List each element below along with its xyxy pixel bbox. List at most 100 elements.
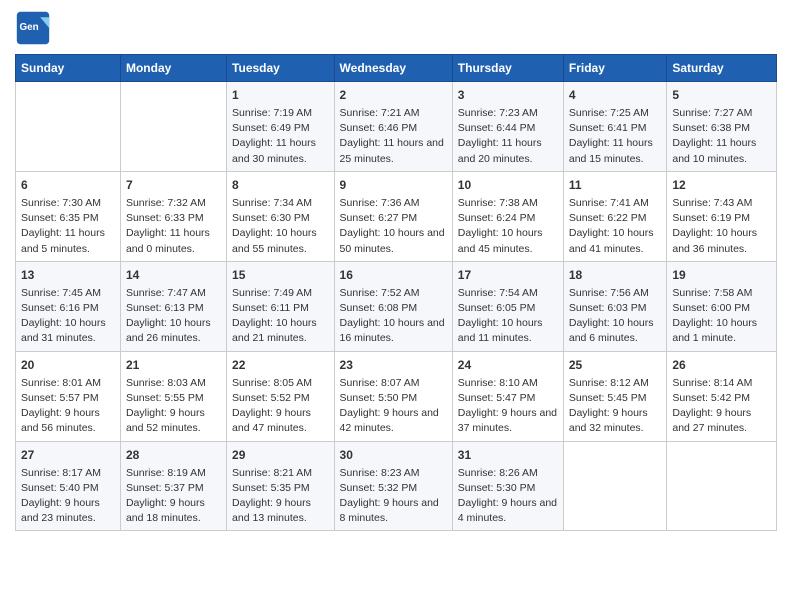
col-header-saturday: Saturday bbox=[667, 55, 777, 82]
day-info: Sunrise: 8:01 AM Sunset: 5:57 PM Dayligh… bbox=[21, 376, 115, 437]
day-number: 6 bbox=[21, 176, 115, 194]
day-cell: 5Sunrise: 7:27 AM Sunset: 6:38 PM Daylig… bbox=[667, 82, 777, 172]
day-info: Sunrise: 8:14 AM Sunset: 5:42 PM Dayligh… bbox=[672, 376, 771, 437]
day-number: 9 bbox=[340, 176, 447, 194]
day-number: 7 bbox=[126, 176, 221, 194]
day-number: 23 bbox=[340, 356, 447, 374]
day-cell: 19 Sunrise: 7:58 AM Sunset: 6:00 PM Dayli… bbox=[667, 261, 777, 351]
day-cell: 18 Sunrise: 7:56 AM Sunset: 6:03 PM Dayli… bbox=[563, 261, 667, 351]
day-cell: 10 Sunrise: 7:38 AM Sunset: 6:24 PM Dayli… bbox=[452, 171, 563, 261]
day-cell: 22 Sunrise: 8:05 AM Sunset: 5:52 PM Dayli… bbox=[227, 351, 335, 441]
day-number: 15 bbox=[232, 266, 329, 284]
day-info: Sunrise: 7:58 AM Sunset: 6:00 PM Dayligh… bbox=[672, 286, 771, 347]
day-number: 12 bbox=[672, 176, 771, 194]
day-info: Sunrise: 7:34 AM Sunset: 6:30 PM Dayligh… bbox=[232, 196, 329, 257]
day-info: Sunrise: 8:05 AM Sunset: 5:52 PM Dayligh… bbox=[232, 376, 329, 437]
day-number: 31 bbox=[458, 446, 558, 464]
col-header-wednesday: Wednesday bbox=[334, 55, 452, 82]
logo-icon: Gen bbox=[15, 10, 51, 46]
day-cell: 25 Sunrise: 8:12 AM Sunset: 5:45 PM Dayli… bbox=[563, 351, 667, 441]
day-cell: 31Sunrise: 8:26 AM Sunset: 5:30 PM Dayli… bbox=[452, 441, 563, 531]
day-info: Sunrise: 7:43 AM Sunset: 6:19 PM Dayligh… bbox=[672, 196, 771, 257]
day-info: Sunrise: 7:56 AM Sunset: 6:03 PM Dayligh… bbox=[569, 286, 662, 347]
day-info: Sunrise: 8:07 AM Sunset: 5:50 PM Dayligh… bbox=[340, 376, 447, 437]
day-number: 26 bbox=[672, 356, 771, 374]
day-cell: 30Sunrise: 8:23 AM Sunset: 5:32 PM Dayli… bbox=[334, 441, 452, 531]
day-info: Sunrise: 7:52 AM Sunset: 6:08 PM Dayligh… bbox=[340, 286, 447, 347]
day-number: 10 bbox=[458, 176, 558, 194]
week-row-1: 1 Sunrise: 7:19 AM Sunset: 6:49 PM Daylig… bbox=[16, 82, 777, 172]
day-number: 25 bbox=[569, 356, 662, 374]
col-header-thursday: Thursday bbox=[452, 55, 563, 82]
day-number: 20 bbox=[21, 356, 115, 374]
column-header-row: SundayMondayTuesdayWednesdayThursdayFrid… bbox=[16, 55, 777, 82]
day-cell: 11Sunrise: 7:41 AM Sunset: 6:22 PM Dayli… bbox=[563, 171, 667, 261]
day-number: 29 bbox=[232, 446, 329, 464]
day-number: 27 bbox=[21, 446, 115, 464]
week-row-3: 13 Sunrise: 7:45 AM Sunset: 6:16 PM Dayli… bbox=[16, 261, 777, 351]
day-cell: 12 Sunrise: 7:43 AM Sunset: 6:19 PM Dayli… bbox=[667, 171, 777, 261]
logo: Gen bbox=[15, 10, 55, 46]
day-info: Sunrise: 7:38 AM Sunset: 6:24 PM Dayligh… bbox=[458, 196, 558, 257]
day-number: 19 bbox=[672, 266, 771, 284]
day-cell: 9 Sunrise: 7:36 AM Sunset: 6:27 PM Daylig… bbox=[334, 171, 452, 261]
calendar-table: SundayMondayTuesdayWednesdayThursdayFrid… bbox=[15, 54, 777, 531]
day-number: 18 bbox=[569, 266, 662, 284]
day-cell: 8Sunrise: 7:34 AM Sunset: 6:30 PM Daylig… bbox=[227, 171, 335, 261]
day-info: Sunrise: 7:45 AM Sunset: 6:16 PM Dayligh… bbox=[21, 286, 115, 347]
day-cell: 27Sunrise: 8:17 AM Sunset: 5:40 PM Dayli… bbox=[16, 441, 121, 531]
day-info: Sunrise: 7:54 AM Sunset: 6:05 PM Dayligh… bbox=[458, 286, 558, 347]
day-cell: 4Sunrise: 7:25 AM Sunset: 6:41 PM Daylig… bbox=[563, 82, 667, 172]
day-cell: 7Sunrise: 7:32 AM Sunset: 6:33 PM Daylig… bbox=[120, 171, 226, 261]
day-info: Sunrise: 8:12 AM Sunset: 5:45 PM Dayligh… bbox=[569, 376, 662, 437]
day-info: Sunrise: 7:21 AM Sunset: 6:46 PM Dayligh… bbox=[340, 106, 447, 167]
col-header-monday: Monday bbox=[120, 55, 226, 82]
day-cell: 3 Sunrise: 7:23 AM Sunset: 6:44 PM Daylig… bbox=[452, 82, 563, 172]
day-number: 24 bbox=[458, 356, 558, 374]
day-number: 14 bbox=[126, 266, 221, 284]
week-row-2: 6Sunrise: 7:30 AM Sunset: 6:35 PM Daylig… bbox=[16, 171, 777, 261]
day-number: 5 bbox=[672, 86, 771, 104]
day-info: Sunrise: 7:23 AM Sunset: 6:44 PM Dayligh… bbox=[458, 106, 558, 167]
day-info: Sunrise: 7:49 AM Sunset: 6:11 PM Dayligh… bbox=[232, 286, 329, 347]
day-cell: 15 Sunrise: 7:49 AM Sunset: 6:11 PM Dayli… bbox=[227, 261, 335, 351]
day-number: 16 bbox=[340, 266, 447, 284]
col-header-sunday: Sunday bbox=[16, 55, 121, 82]
day-cell: 21 Sunrise: 8:03 AM Sunset: 5:55 PM Dayli… bbox=[120, 351, 226, 441]
day-cell bbox=[667, 441, 777, 531]
day-cell: 24Sunrise: 8:10 AM Sunset: 5:47 PM Dayli… bbox=[452, 351, 563, 441]
day-cell: 14 Sunrise: 7:47 AM Sunset: 6:13 PM Dayli… bbox=[120, 261, 226, 351]
day-number: 3 bbox=[458, 86, 558, 104]
day-number: 17 bbox=[458, 266, 558, 284]
col-header-tuesday: Tuesday bbox=[227, 55, 335, 82]
day-info: Sunrise: 7:41 AM Sunset: 6:22 PM Dayligh… bbox=[569, 196, 662, 257]
day-number: 13 bbox=[21, 266, 115, 284]
day-number: 22 bbox=[232, 356, 329, 374]
day-info: Sunrise: 7:36 AM Sunset: 6:27 PM Dayligh… bbox=[340, 196, 447, 257]
day-cell: 13 Sunrise: 7:45 AM Sunset: 6:16 PM Dayli… bbox=[16, 261, 121, 351]
day-info: Sunrise: 8:03 AM Sunset: 5:55 PM Dayligh… bbox=[126, 376, 221, 437]
day-cell bbox=[120, 82, 226, 172]
col-header-friday: Friday bbox=[563, 55, 667, 82]
day-number: 1 bbox=[232, 86, 329, 104]
day-cell: 28 Sunrise: 8:19 AM Sunset: 5:37 PM Dayli… bbox=[120, 441, 226, 531]
day-number: 28 bbox=[126, 446, 221, 464]
day-cell bbox=[563, 441, 667, 531]
week-row-5: 27Sunrise: 8:17 AM Sunset: 5:40 PM Dayli… bbox=[16, 441, 777, 531]
day-cell: 6Sunrise: 7:30 AM Sunset: 6:35 PM Daylig… bbox=[16, 171, 121, 261]
day-info: Sunrise: 7:47 AM Sunset: 6:13 PM Dayligh… bbox=[126, 286, 221, 347]
day-cell: 16 Sunrise: 7:52 AM Sunset: 6:08 PM Dayli… bbox=[334, 261, 452, 351]
day-cell: 29Sunrise: 8:21 AM Sunset: 5:35 PM Dayli… bbox=[227, 441, 335, 531]
day-info: Sunrise: 7:19 AM Sunset: 6:49 PM Dayligh… bbox=[232, 106, 329, 167]
day-number: 2 bbox=[340, 86, 447, 104]
day-info: Sunrise: 8:19 AM Sunset: 5:37 PM Dayligh… bbox=[126, 466, 221, 527]
day-cell: 1 Sunrise: 7:19 AM Sunset: 6:49 PM Daylig… bbox=[227, 82, 335, 172]
day-number: 4 bbox=[569, 86, 662, 104]
day-cell: 17 Sunrise: 7:54 AM Sunset: 6:05 PM Dayli… bbox=[452, 261, 563, 351]
day-cell: 26 Sunrise: 8:14 AM Sunset: 5:42 PM Dayli… bbox=[667, 351, 777, 441]
page-header: Gen bbox=[15, 10, 777, 46]
day-info: Sunrise: 8:23 AM Sunset: 5:32 PM Dayligh… bbox=[340, 466, 447, 527]
day-cell bbox=[16, 82, 121, 172]
day-number: 21 bbox=[126, 356, 221, 374]
day-cell: 2 Sunrise: 7:21 AM Sunset: 6:46 PM Daylig… bbox=[334, 82, 452, 172]
